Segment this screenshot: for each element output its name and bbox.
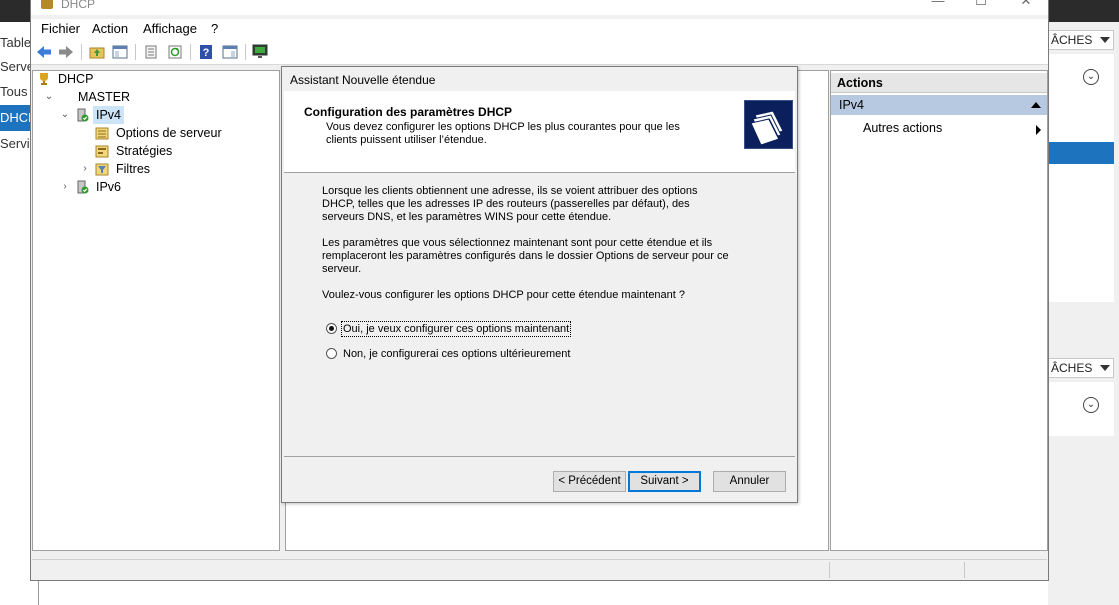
console-tree: DHCP ⌄ MASTER ⌄ IPv4 Options de serveur … [32,70,280,551]
radio-label[interactable]: Non, je configurerai ces options ultérie… [342,347,571,361]
minimize-button[interactable]: — [923,0,953,9]
expand-circle-icon[interactable]: ⌄ [1083,69,1099,85]
background-selected-row [1048,142,1114,164]
toolbar-separator [81,44,82,60]
tasks-dropdown[interactable]: ÂCHES [1048,30,1114,50]
menu-help[interactable]: ? [211,21,218,36]
dhcp-app-icon [41,0,53,9]
toolbar-separator [190,44,191,60]
server-options-icon [95,126,109,140]
tree-label: DHCP [58,72,94,86]
chevron-right-icon[interactable]: › [79,160,91,178]
actions-header: Actions [831,73,1047,93]
background-tile: ⌄ [1048,382,1114,436]
radio-button-checked[interactable] [326,323,337,334]
menu-fichier[interactable]: Fichier [41,21,80,36]
status-bar [32,559,1047,579]
expand-circle-icon[interactable]: ⌄ [1083,397,1099,413]
policies-icon [95,144,109,158]
properties-icon[interactable] [142,43,160,61]
previous-button[interactable]: < Précédent [553,471,626,492]
wizard-body: Lorsque les clients obtiennent une adres… [322,185,732,315]
monitor-icon[interactable] [251,43,269,61]
show-hide-action-pane-icon[interactable] [221,43,239,61]
chevron-right-icon[interactable]: › [59,178,71,196]
forward-arrow-icon[interactable] [57,43,75,61]
refresh-icon[interactable] [166,43,184,61]
menu-affichage[interactable]: Affichage [143,21,197,36]
toolbar-separator [135,44,136,60]
wizard-heading: Configuration des paramètres DHCP [304,105,513,119]
chevron-down-icon[interactable]: ⌄ [59,106,71,124]
status-segment [964,562,1047,578]
tree-label: MASTER [78,90,131,104]
help-icon[interactable]: ? [197,43,215,61]
tree-label: IPv6 [96,180,122,194]
actions-pane: Actions IPv4 Autres actions [830,70,1048,551]
radio-label[interactable]: Oui, je veux configurer ces options main… [340,321,572,337]
actions-section-ipv4[interactable]: IPv4 [831,95,1047,115]
menu-action[interactable]: Action [92,21,128,36]
tasks-dropdown[interactable]: ÂCHES [1048,358,1114,378]
tree-label: Filtres [116,162,151,176]
back-arrow-icon[interactable] [35,43,53,61]
new-scope-wizard-dialog: Assistant Nouvelle étendue Configuration… [281,66,798,503]
wizard-paragraph: Lorsque les clients obtiennent une adres… [322,185,698,223]
title-bar: DHCP — ☐ ✕ [31,0,1048,15]
background-right-panel: ÂCHES ⌄ ÂCHES ⌄ [1048,22,1119,605]
cancel-button[interactable]: Annuler [713,471,786,492]
dhcp-trophy-icon [37,72,51,86]
wizard-paragraph: Les paramètres que vous sélectionnez mai… [322,237,729,275]
toolbar: ? [31,39,1048,65]
chevron-down-icon [1100,365,1110,371]
tree-label: Stratégies [116,144,173,158]
collapse-triangle-icon[interactable] [1031,102,1041,108]
ipv6-server-icon [75,180,89,194]
toolbar-separator [245,44,246,60]
maximize-button[interactable]: ☐ [966,0,996,9]
wizard-question: Voulez-vous configurer les options DHCP … [322,289,686,301]
chevron-down-icon[interactable]: ⌄ [43,88,55,106]
submenu-arrow-icon[interactable] [1036,125,1041,135]
svg-text:?: ? [203,47,210,59]
background-bottom-strip [38,581,1048,605]
background-tile: ⌄ [1048,54,1114,302]
folder-stack-icon [744,100,793,149]
filters-icon [95,162,109,176]
autres-actions-item[interactable]: Autres actions [863,121,942,135]
wizard-title: Assistant Nouvelle étendue [290,73,436,87]
chevron-down-icon [1100,37,1110,43]
show-hide-tree-icon[interactable] [111,43,129,61]
ipv4-server-icon [75,108,89,122]
next-button[interactable]: Suivant > [628,471,701,492]
radio-button[interactable] [326,348,337,359]
wizard-subheading: Vous devez configurer les options DHCP l… [326,121,680,146]
status-segment [829,562,964,578]
wizard-header: Configuration des paramètres DHCP Vous d… [284,91,795,173]
up-folder-icon[interactable] [88,43,106,61]
tree-label: IPv4 [93,106,125,124]
menu-bar: Fichier Action Affichage ? [31,19,1048,39]
close-button[interactable]: ✕ [1011,0,1041,9]
actions-section-label: IPv4 [839,98,865,112]
wizard-separator [284,456,795,457]
tree-label: Options de serveur [116,126,222,140]
window-title: DHCP [61,0,96,11]
